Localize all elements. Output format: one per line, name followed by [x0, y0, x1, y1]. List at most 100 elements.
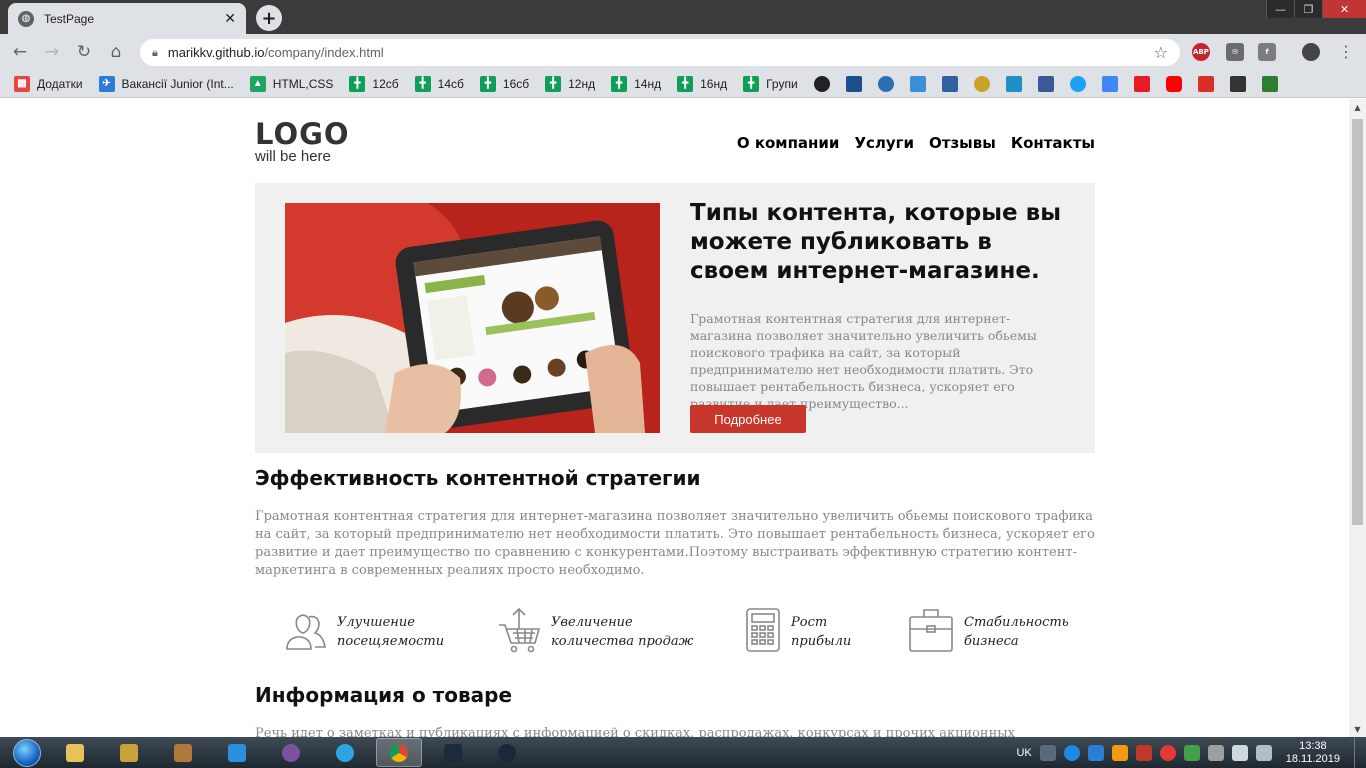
codepen-icon[interactable]	[845, 75, 862, 92]
sheets-icon: ╋	[677, 75, 694, 92]
tools-tray-icon[interactable]	[1111, 744, 1128, 761]
github-icon[interactable]	[813, 75, 830, 92]
browser-tab[interactable]: ◍ TestPage ✕	[8, 3, 246, 34]
help-icon[interactable]	[1063, 744, 1080, 761]
mail-icon[interactable]: ✉	[1226, 43, 1244, 61]
steam-icon	[498, 743, 516, 762]
taskbar-viber[interactable]	[268, 738, 314, 767]
bookmark-label: 16нд	[700, 76, 728, 91]
bookmark-12nd[interactable]: ╋ 12нд	[545, 75, 595, 92]
clock[interactable]: 13:38 18.11.2019	[1286, 740, 1340, 766]
youtube-icon[interactable]	[1165, 75, 1182, 92]
main-nav: О компании Услуги Отзывы Контакты	[737, 134, 1095, 152]
taskbar-terminal[interactable]	[430, 738, 476, 767]
h-icon[interactable]	[1261, 75, 1278, 92]
drive-tray-icon[interactable]	[1183, 744, 1200, 761]
viber-icon	[282, 743, 300, 762]
facebook-icon[interactable]	[1037, 75, 1054, 92]
volume-icon[interactable]	[1255, 744, 1272, 761]
radiation-icon[interactable]	[973, 75, 990, 92]
feature-line1: Рост	[791, 615, 828, 630]
site-logo[interactable]: LOGO will be here	[255, 119, 350, 165]
share-icon[interactable]	[941, 75, 958, 92]
start-button[interactable]	[10, 737, 44, 768]
taskbar-chrome[interactable]	[376, 738, 422, 767]
hero-description: Грамотная контентная стратегия для интер…	[690, 311, 1037, 411]
scroll-up-icon[interactable]: ▲	[1349, 99, 1366, 115]
network-app-icon[interactable]	[1087, 744, 1104, 761]
feature-line2: бизнеса	[964, 634, 1019, 649]
bookmark-14nd[interactable]: ╋ 14нд	[611, 75, 661, 92]
new-tab-button[interactable]: +	[256, 5, 282, 31]
device-icon[interactable]	[1207, 744, 1224, 761]
page-scrollbar[interactable]: ▲ ▼	[1349, 99, 1366, 737]
scrollbar-thumb[interactable]	[1352, 119, 1363, 525]
bird-icon[interactable]	[909, 75, 926, 92]
url-text[interactable]: marikkv.github.io/company/index.html	[168, 45, 1154, 60]
bookmark-star-icon[interactable]: ☆	[1154, 43, 1168, 62]
taskbar-explorer[interactable]	[52, 738, 98, 767]
feature-line1: Стабильность	[964, 615, 1069, 630]
bookmark-groups[interactable]: ╋ Групи	[743, 75, 798, 92]
security-icon[interactable]	[1159, 744, 1176, 761]
keyboard-icon[interactable]	[1039, 744, 1056, 761]
lock-icon[interactable]: 🔒︎	[152, 46, 158, 60]
show-desktop-button[interactable]	[1354, 737, 1366, 768]
react-icon[interactable]	[877, 75, 894, 92]
nav-contacts[interactable]: Контакты	[1011, 134, 1095, 152]
scroll-down-icon[interactable]: ▼	[1349, 721, 1366, 737]
signal-icon[interactable]	[1231, 744, 1248, 761]
taskbar-app-2[interactable]	[106, 738, 152, 767]
language-indicator[interactable]: UK	[1016, 747, 1031, 759]
logo-title: LOGO	[255, 117, 350, 151]
minimize-icon[interactable]: —	[1266, 0, 1294, 18]
taskbar-app-3[interactable]	[160, 738, 206, 767]
flag-icon[interactable]	[1135, 744, 1152, 761]
back-icon[interactable]: ←	[8, 40, 32, 64]
taskbar-telegram[interactable]	[322, 738, 368, 767]
feature-stability: Стабильность бизнеса	[908, 607, 1069, 653]
translate-icon[interactable]	[1101, 75, 1118, 92]
taskbar-vscode[interactable]	[214, 738, 260, 767]
windows-taskbar: UK 13:38 18.11.2019	[0, 737, 1366, 768]
menu-icon[interactable]: ⋮	[1338, 42, 1354, 61]
home-icon[interactable]: ⌂	[104, 40, 128, 64]
system-tray: UK 13:38 18.11.2019	[1016, 737, 1366, 768]
sheets-icon: ╋	[743, 75, 760, 92]
bookmark-16nd[interactable]: ╋ 16нд	[677, 75, 728, 92]
tab-close-icon[interactable]: ✕	[224, 11, 236, 27]
reload-icon[interactable]: ↻	[72, 40, 96, 64]
feature-sales: Увеличение количества продаж	[497, 607, 693, 653]
adblock-icon[interactable]: ABP	[1192, 43, 1210, 61]
more-button[interactable]: Подробнее	[690, 405, 806, 433]
address-bar[interactable]: 🔒︎ marikkv.github.io/company/index.html …	[140, 39, 1180, 66]
bookmark-label: 12сб	[372, 76, 399, 91]
facebook-extension-icon[interactable]: f	[1258, 43, 1276, 61]
bookmark-12sb[interactable]: ╋ 12сб	[349, 75, 399, 92]
close-window-icon[interactable]: ✕	[1322, 0, 1366, 18]
feature-line1: Увеличение	[551, 615, 633, 630]
profile-avatar-icon[interactable]	[1302, 43, 1320, 61]
bookmark-apps[interactable]: ▦ Додатки	[14, 75, 83, 92]
bookmark-html-css[interactable]: ▲ HTML,CSS	[249, 75, 333, 92]
twitter-icon[interactable]	[1069, 75, 1086, 92]
nav-services[interactable]: Услуги	[854, 134, 914, 152]
bookmark-16sb[interactable]: ╋ 16сб	[479, 75, 529, 92]
windows-logo-icon	[13, 738, 41, 767]
bookmark-vacancies[interactable]: ✈ Вакансії Junior (Int...	[98, 75, 234, 92]
url-host: marikkv.github.io	[167, 45, 265, 60]
sheets-icon: ╋	[414, 75, 431, 92]
bookmark-14sb[interactable]: ╋ 14сб	[414, 75, 464, 92]
url-path: /company/index.html	[264, 45, 384, 60]
nav-about[interactable]: О компании	[737, 134, 840, 152]
section-text-product-info: Речь идет о заметках и публикациях с инф…	[255, 726, 1015, 737]
taskbar-steam[interactable]	[484, 738, 530, 767]
restore-icon[interactable]: ❐	[1294, 0, 1322, 18]
feature-traffic: Улучшение посещяемости	[283, 607, 444, 651]
gmail-icon[interactable]	[1197, 75, 1214, 92]
e-icon[interactable]	[1005, 75, 1022, 92]
hd-icon[interactable]	[1229, 75, 1246, 92]
m-icon[interactable]	[1133, 75, 1150, 92]
nav-reviews[interactable]: Отзывы	[929, 134, 996, 152]
forward-icon[interactable]: →	[40, 40, 64, 64]
